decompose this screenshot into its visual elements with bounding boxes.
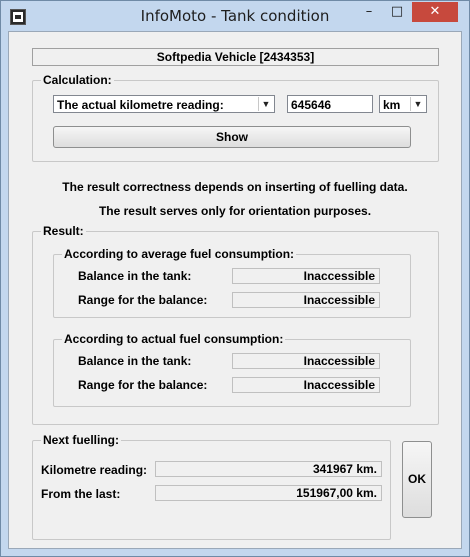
reading-mode-select[interactable]: The actual kilometre reading: ▼ [53,95,275,113]
show-button[interactable]: Show [53,126,411,148]
vehicle-name: Softpedia Vehicle [2434353] [32,48,439,66]
result-legend: Result: [41,224,86,238]
calculation-legend: Calculation: [41,73,114,87]
reading-mode-value: The actual kilometre reading: [57,98,224,112]
next-fuelling-legend: Next fuelling: [41,433,122,447]
unit-select[interactable]: km ▼ [379,95,427,113]
from-last-label: From the last: [41,487,121,501]
calculation-group: Calculation: The actual kilometre readin… [32,73,439,162]
average-consumption-legend: According to average fuel consumption: [62,247,297,261]
note-orientation: The result serves only for orientation p… [98,204,372,218]
app-window: InfoMoto - Tank condition – □ ✕ Softpedi… [0,0,470,557]
actual-range-label: Range for the balance: [78,378,208,392]
kilometre-reading-value: 341967 km. [155,461,382,477]
average-balance-value: Inaccessible [232,268,380,284]
kilometre-reading-input[interactable]: 645646 [287,95,373,113]
average-range-value: Inaccessible [232,292,380,308]
next-fuelling-group: Next fuelling: Kilometre reading: 341967… [32,433,391,540]
actual-consumption-legend: According to actual fuel consumption: [62,332,286,346]
average-consumption-group: According to average fuel consumption: B… [53,247,411,318]
result-group: Result: According to average fuel consum… [32,224,439,425]
average-range-label: Range for the balance: [78,293,208,307]
average-balance-label: Balance in the tank: [78,269,192,283]
chevron-down-icon: ▼ [258,97,273,111]
chevron-down-icon: ▼ [410,97,425,111]
actual-balance-label: Balance in the tank: [78,354,192,368]
dialog-body: Softpedia Vehicle [2434353] Calculation:… [8,31,462,549]
title-bar[interactable]: InfoMoto - Tank condition – □ ✕ [1,1,469,31]
unit-value: km [383,98,401,112]
close-button[interactable]: ✕ [412,2,458,22]
actual-range-value: Inaccessible [232,377,380,393]
actual-consumption-group: According to actual fuel consumption: Ba… [53,332,411,407]
minimize-button[interactable]: – [356,2,382,22]
ok-button[interactable]: OK [402,441,432,518]
note-correctness: The result correctness depends on insert… [62,180,408,194]
from-last-value: 151967,00 km. [155,485,382,501]
actual-balance-value: Inaccessible [232,353,380,369]
maximize-button[interactable]: □ [384,2,410,22]
kilometre-reading-label: Kilometre reading: [41,463,148,477]
